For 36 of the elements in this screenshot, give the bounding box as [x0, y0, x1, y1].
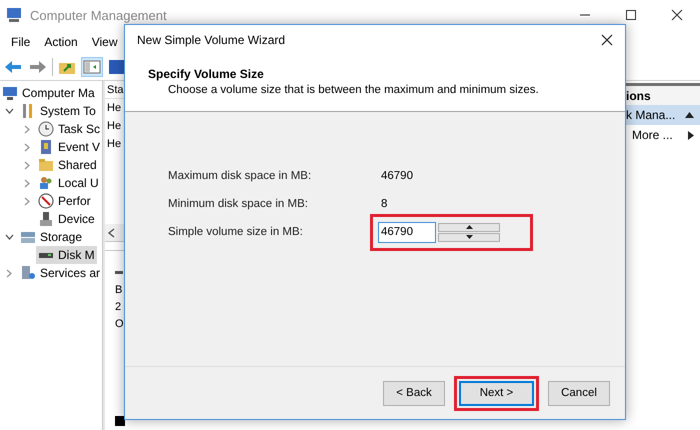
- actions-section[interactable]: k Mana...: [626, 105, 700, 125]
- dialog-button[interactable]: Next >: [459, 380, 534, 406]
- action-link[interactable]: More ...: [626, 125, 700, 145]
- tree-item[interactable]: Services ar: [18, 264, 102, 282]
- tree-item[interactable]: Perfor: [36, 192, 93, 210]
- step-heading: Specify Volume Size: [148, 67, 265, 81]
- menu-item[interactable]: View: [84, 32, 124, 52]
- tree-item[interactable]: System To: [18, 102, 98, 120]
- dialog-button[interactable]: < Back: [383, 380, 445, 406]
- field-label: Simple volume size in MB:: [168, 226, 304, 238]
- tree-item[interactable]: Computer Ma: [0, 84, 97, 102]
- field-label: Maximum disk space in MB:: [168, 170, 312, 182]
- tree-item[interactable]: Device: [36, 210, 97, 228]
- tree-item[interactable]: Task Sc: [36, 120, 102, 138]
- field-value: 8: [380, 198, 388, 210]
- tree-item[interactable]: Event V: [36, 138, 102, 156]
- dialog-title: New Simple Volume Wizard: [137, 33, 286, 47]
- table-cell-text: He: [106, 119, 122, 134]
- disk-label: O: [115, 316, 125, 332]
- step-description: Choose a volume size that is between the maximum and minimum sizes.: [167, 84, 540, 96]
- field-value: 46790: [380, 170, 414, 182]
- window-title: Computer Management: [30, 8, 167, 22]
- table-cell-text: He: [106, 137, 122, 152]
- tree-item[interactable]: Storage: [18, 228, 84, 246]
- actions-header: ions: [626, 86, 700, 105]
- tree-item[interactable]: Shared: [36, 156, 99, 174]
- menu-item[interactable]: File: [4, 32, 38, 52]
- tree-item[interactable]: Local U: [36, 174, 101, 192]
- table-cell-text: He: [106, 101, 122, 116]
- menu-item[interactable]: Action: [37, 32, 85, 52]
- tree-item[interactable]: Disk M: [36, 246, 97, 264]
- field-label: Minimum disk space in MB:: [168, 198, 309, 210]
- volume-size-field[interactable]: 46790: [378, 222, 436, 242]
- dialog-button[interactable]: Cancel: [548, 380, 610, 406]
- disk-label: 2: [115, 300, 122, 314]
- disk-label: B: [115, 282, 124, 298]
